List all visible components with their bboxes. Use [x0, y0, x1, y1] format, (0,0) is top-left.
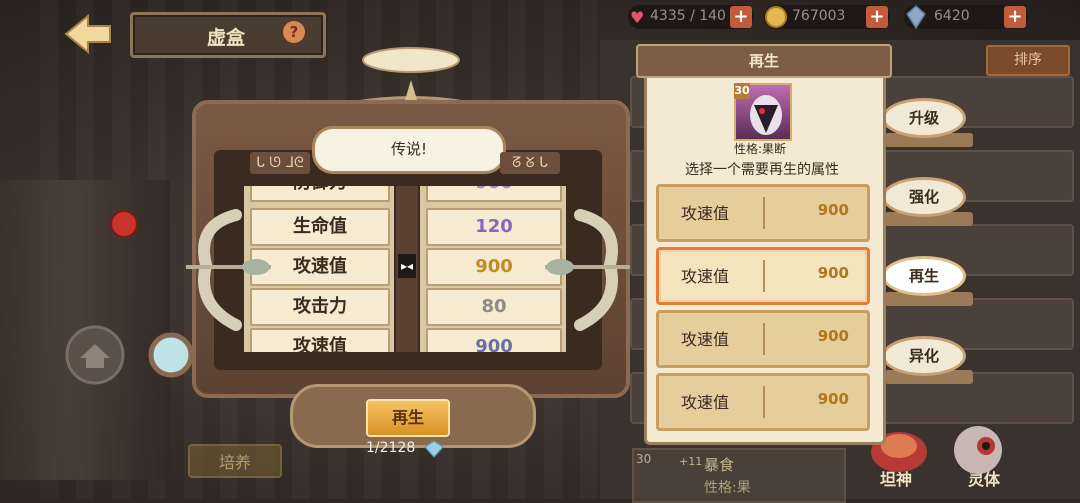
attribute-option[interactable]: 攻速值 900: [656, 184, 870, 242]
option-name: 攻速值: [681, 267, 730, 286]
cultivate-tab[interactable]: 培养: [188, 444, 282, 478]
option-name: 攻速值: [681, 393, 730, 412]
attribute-option-selected[interactable]: 攻速值 900: [656, 247, 870, 305]
gem-counter: 6420 +: [904, 5, 1028, 29]
gauge-lens-icon: [148, 332, 194, 378]
crystal-icon: [906, 5, 926, 29]
attribute-option[interactable]: 攻速值 900: [656, 310, 870, 368]
material-count: 1/2128: [366, 440, 416, 456]
stamina-value: 4335 / 140: [650, 8, 726, 24]
gem-value: 6420: [934, 8, 970, 24]
coin-icon: [765, 6, 787, 28]
coin-value: 767003: [792, 8, 846, 24]
stamina-counter: ♥ 4335 / 140 +: [628, 5, 754, 29]
reel-cell: 900: [426, 186, 562, 202]
crystal-icon: [424, 440, 444, 458]
dialog-prompt: 选择一个需要再生的属性: [685, 162, 839, 178]
result-bubble: 传说!: [312, 126, 506, 174]
option-divider: [763, 323, 765, 355]
lever-knob-icon[interactable]: [108, 208, 140, 240]
add-stamina-button[interactable]: +: [730, 6, 752, 28]
reel-cell: 防御力: [250, 186, 390, 202]
item-nature: 性格:果: [704, 480, 751, 496]
spirit-portrait-icon: [954, 426, 1002, 474]
rune-strip-left: ᒐ ᘎ ᒧᘓ: [250, 152, 310, 174]
attribute-option[interactable]: 攻速值 900: [656, 373, 870, 431]
dialog-title: 再生: [636, 44, 892, 78]
option-value: 900: [817, 390, 849, 408]
list-item[interactable]: 30 +11 暴食 性格:果: [632, 448, 846, 503]
right-ornament-icon: [545, 209, 630, 331]
selection-marker-icon: ▸◂: [398, 254, 416, 278]
rune-strip-right: ᘔ ᘜ ᒐ: [500, 152, 560, 174]
enhance-button[interactable]: 强化: [882, 177, 966, 217]
item-plus: +11: [679, 455, 703, 468]
option-divider: [763, 260, 765, 292]
regenerate-tab-button[interactable]: 再生: [882, 256, 966, 296]
pet-level-badge: 30: [734, 83, 750, 99]
pet-nature: 性格:果断: [733, 142, 787, 156]
back-arrow-icon[interactable]: [58, 12, 118, 56]
add-gems-button[interactable]: +: [1004, 6, 1026, 28]
add-coins-button[interactable]: +: [866, 6, 888, 28]
coin-counter: 767003 +: [764, 5, 890, 29]
option-name: 攻速值: [681, 204, 730, 223]
mutate-button[interactable]: 异化: [882, 336, 966, 376]
option-value: 900: [817, 264, 849, 282]
option-divider: [763, 386, 765, 418]
option-value: 900: [817, 201, 849, 219]
option-value: 900: [817, 327, 849, 345]
home-icon[interactable]: [60, 320, 130, 390]
item-name: 暴食: [704, 456, 735, 474]
option-divider: [763, 197, 765, 229]
sort-button[interactable]: 排序: [986, 45, 1070, 76]
heart-icon: ♥: [630, 8, 645, 27]
item-level: 30: [636, 452, 652, 466]
upgrade-button[interactable]: 升级: [882, 98, 966, 138]
option-name: 攻速值: [681, 330, 730, 349]
regenerate-button[interactable]: 再生: [366, 399, 450, 437]
reel-divider: ▸◂: [396, 186, 418, 352]
left-ornament-icon: [186, 209, 271, 331]
